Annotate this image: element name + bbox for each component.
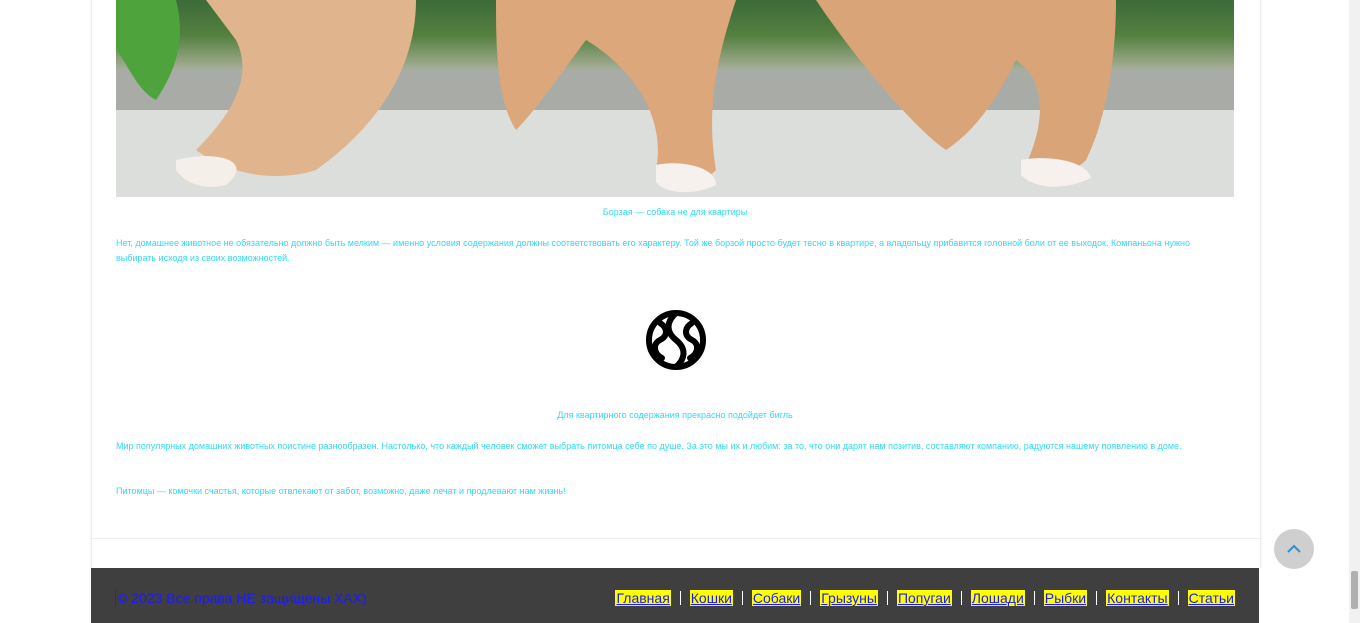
- article-paragraph: Нет, домашнее животное не обязательно до…: [116, 238, 1190, 263]
- nav-separator: [886, 591, 888, 605]
- borzoi-photo: [116, 0, 1234, 197]
- image-caption: Борзая — собака не для квартиры: [602, 207, 748, 217]
- footer-link-articles[interactable]: Статьи: [1187, 590, 1235, 606]
- nav-separator: [960, 591, 962, 605]
- nav-separator: [1096, 591, 1098, 605]
- page-scrollbar[interactable]: [1349, 0, 1360, 623]
- scroll-to-top-button[interactable]: [1274, 529, 1314, 569]
- copyright-text: © 2023 Все права НЕ защищены XAX): [115, 590, 367, 606]
- site-footer: © 2023 Все права НЕ защищены XAX) Главна…: [91, 568, 1259, 623]
- footer-nav: Главная Кошки Собаки Грызуны Попугаи Лош…: [615, 590, 1235, 606]
- content-container: Борзая — собака не для квартиры Нет, дом…: [91, 0, 1261, 568]
- scrollbar-thumb[interactable]: [1351, 571, 1358, 609]
- article-paragraph: Мир популярных домашних животных поистин…: [116, 441, 1182, 451]
- content-divider: [92, 538, 1260, 539]
- brain-logo-icon: [644, 308, 708, 372]
- footer-link-home[interactable]: Главная: [615, 590, 671, 606]
- footer-link-parrots[interactable]: Попугаи: [896, 590, 952, 606]
- logo-caption: Для квартирного содержания прекрасно под…: [557, 410, 793, 420]
- footer-link-contacts[interactable]: Контакты: [1106, 590, 1169, 606]
- nav-separator: [1177, 591, 1179, 605]
- nav-separator: [1033, 591, 1035, 605]
- footer-link-cats[interactable]: Кошки: [689, 590, 733, 606]
- footer-link-dogs[interactable]: Собаки: [751, 590, 802, 606]
- chevron-up-icon: [1287, 544, 1301, 553]
- footer-link-rodents[interactable]: Грызуны: [820, 590, 878, 606]
- footer-link-horses[interactable]: Лошади: [970, 590, 1025, 606]
- borzoi-legs-illustration: [116, 0, 1234, 197]
- article-paragraph: Питомцы — комочки счастья, которые отвле…: [116, 486, 566, 496]
- nav-separator: [810, 591, 812, 605]
- nav-separator: [679, 591, 681, 605]
- footer-link-fish[interactable]: Рыбки: [1043, 590, 1088, 606]
- nav-separator: [741, 591, 743, 605]
